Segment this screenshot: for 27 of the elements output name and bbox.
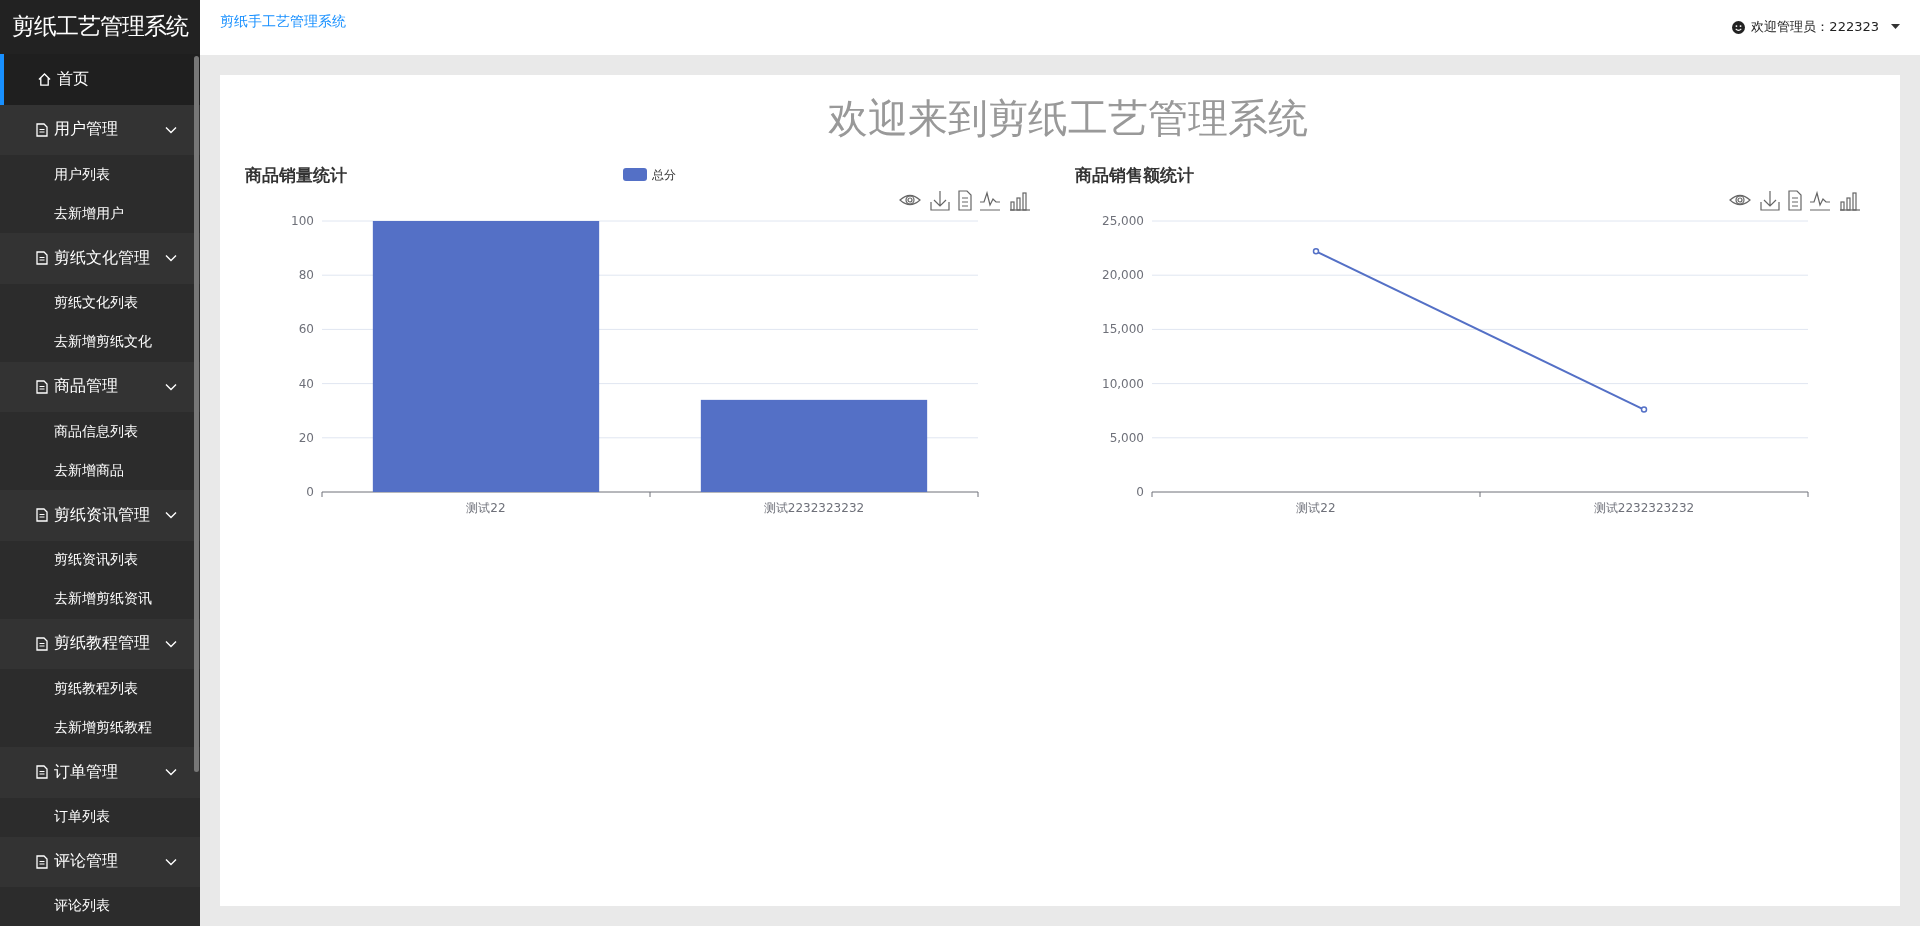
axis-category-label: 测试2232323232 [763, 501, 865, 515]
axis-tick-label: 40 [298, 376, 314, 391]
axis-tick-label: 60 [298, 322, 314, 337]
app-logo-title: 剪纸工艺管理系统 [0, 0, 200, 54]
axis-tick-label: 20,000 [1102, 268, 1144, 283]
axis-tick-label: 0 [1136, 485, 1144, 499]
axis-tick-label: 10,000 [1102, 376, 1144, 391]
chart-title: 商品销售额统计 [1075, 165, 1194, 185]
axis-tick-label: 100 [291, 214, 314, 228]
welcome-heading: 欢迎来到剪纸工艺管理系统 [826, 94, 1309, 143]
axis-tick-label: 0 [306, 485, 314, 499]
axis-tick-label: 80 [298, 268, 314, 283]
group-label: 用户管理 [54, 119, 119, 141]
axis-category-label: 测试22 [466, 501, 506, 515]
group-label: 订单管理 [54, 762, 119, 783]
group-label: 剪纸文化管理 [54, 248, 151, 269]
axis-tick-label: 5,000 [1109, 430, 1144, 445]
group-label: 剪纸资讯管理 [54, 505, 151, 526]
axis-tick-label: 15,000 [1102, 322, 1144, 337]
chart-title: 商品销量统计 [245, 165, 347, 185]
group-label: 商品管理 [54, 376, 119, 398]
group-label: 评论管理 [54, 851, 119, 873]
axis-category-label: 测试2232323232 [1593, 501, 1695, 515]
axis-tick-label: 20 [298, 430, 314, 445]
axis-tick-label: 25,000 [1102, 214, 1144, 228]
axis-category-label: 测试22 [1296, 501, 1336, 515]
group-label: 剪纸教程管理 [54, 633, 151, 655]
